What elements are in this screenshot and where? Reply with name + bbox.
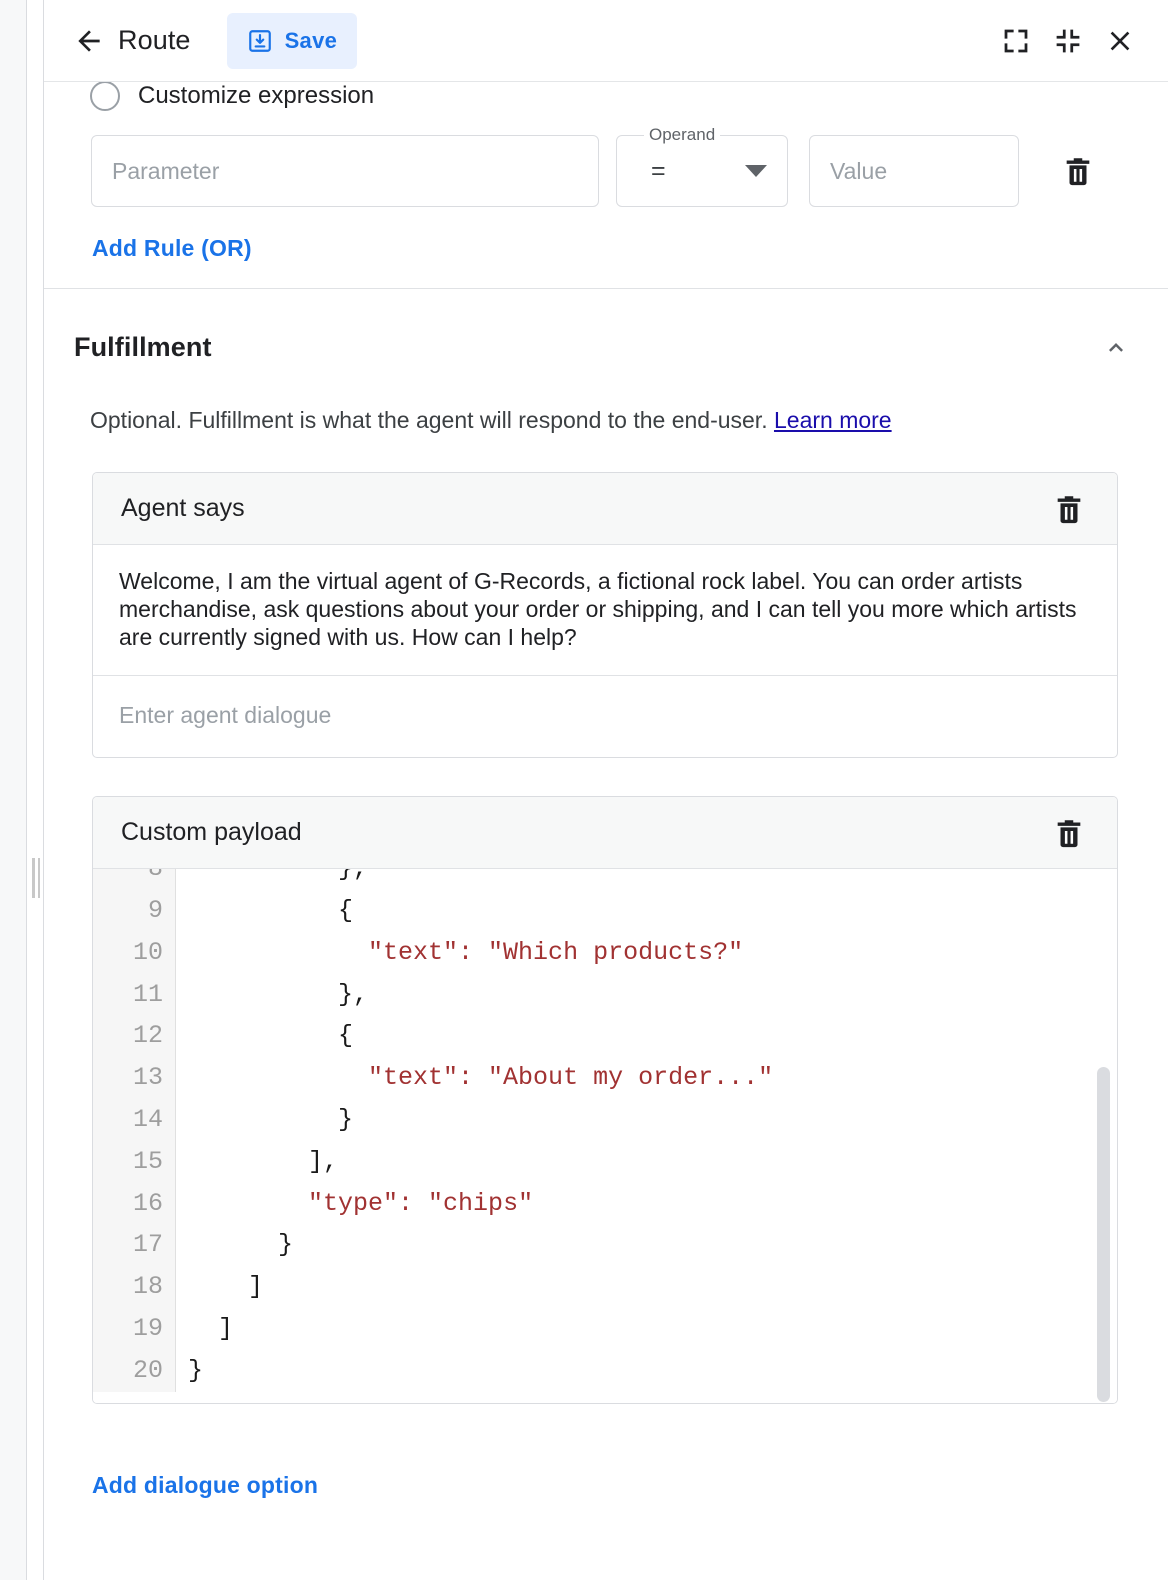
code-line: } <box>188 1350 1117 1392</box>
fulfillment-description: Optional. Fulfillment is what the agent … <box>44 369 1168 434</box>
delete-rule-button[interactable] <box>1052 145 1104 197</box>
code-line-number: 10 <box>93 932 163 974</box>
operand-value: = <box>651 159 666 184</box>
agent-says-message[interactable]: Welcome, I am the virtual agent of G-Rec… <box>119 567 1091 651</box>
chevron-up-icon <box>1102 333 1130 361</box>
code-content[interactable]: }, { "text": "Which products?" }, { "tex… <box>176 869 1117 1391</box>
save-icon <box>247 28 273 54</box>
code-line: } <box>188 1099 1117 1141</box>
custom-payload-editor[interactable]: 891011121314151617181920 }, { "text": "W… <box>93 869 1117 1403</box>
agent-says-body: Welcome, I am the virtual agent of G-Rec… <box>93 545 1117 675</box>
customize-expression-row[interactable]: Customize expression <box>44 78 1168 114</box>
custom-payload-card-header: Custom payload <box>93 797 1117 869</box>
code-line-number: 18 <box>93 1266 163 1308</box>
code-line: ], <box>188 1141 1117 1183</box>
code-line: "type": "chips" <box>188 1183 1117 1225</box>
trash-icon <box>1052 816 1086 850</box>
save-button-label: Save <box>285 28 338 54</box>
custom-payload-title: Custom payload <box>121 818 302 847</box>
expand-icon <box>1001 26 1031 56</box>
code-string: "text": "Which products?" <box>368 938 743 967</box>
back-button[interactable] <box>68 20 110 62</box>
custom-payload-card: Custom payload 891011121314151617181920 … <box>92 796 1118 1404</box>
delete-agent-says-button[interactable] <box>1043 483 1095 535</box>
fulfillment-collapse-button[interactable] <box>1094 325 1138 369</box>
code-inner: 891011121314151617181920 }, { "text": "W… <box>93 869 1117 1391</box>
code-gutter: 891011121314151617181920 <box>93 869 176 1391</box>
expand-button[interactable] <box>990 15 1042 67</box>
chevron-down-icon <box>745 165 767 177</box>
code-line-number: 11 <box>93 974 163 1016</box>
fulfillment-section: Fulfillment Optional. Fulfillment is wha… <box>44 289 1168 1499</box>
page-title: Route <box>118 25 191 56</box>
agent-dialogue-input[interactable]: Enter agent dialogue <box>93 675 1117 757</box>
code-line: } <box>188 1224 1117 1266</box>
left-background-rail <box>0 0 27 1580</box>
arrow-left-icon <box>73 25 105 57</box>
code-line-number: 13 <box>93 1057 163 1099</box>
code-line: { <box>188 1015 1117 1057</box>
add-dialogue-option-link[interactable]: Add dialogue option <box>92 1472 318 1498</box>
agent-says-title: Agent says <box>121 494 245 523</box>
route-panel: Route Save <box>44 0 1168 1580</box>
fulfillment-title: Fulfillment <box>74 332 212 363</box>
code-line: ] <box>188 1308 1117 1350</box>
code-line: "text": "Which products?" <box>188 932 1117 974</box>
code-line-number: 8 <box>93 869 163 890</box>
operand-select-wrapper: Operand = <box>616 135 788 207</box>
collapse-button[interactable] <box>1042 15 1094 67</box>
value-input[interactable]: Value <box>809 135 1019 207</box>
code-string: "text": "About my order..." <box>368 1063 773 1092</box>
add-dialogue-wrapper: Add dialogue option <box>44 1404 1168 1499</box>
code-line: }, <box>188 869 1117 890</box>
fulfillment-header: Fulfillment <box>44 289 1168 369</box>
code-line: "text": "About my order..." <box>188 1057 1117 1099</box>
route-panel-screen: Route Save <box>0 0 1168 1580</box>
code-line-number: 16 <box>93 1183 163 1225</box>
code-string: "type": "chips" <box>308 1189 533 1218</box>
delete-custom-payload-button[interactable] <box>1043 807 1095 859</box>
rule-section: Customize expression Parameter Operand =… <box>44 78 1168 289</box>
operand-select[interactable]: = <box>616 135 788 207</box>
rule-row: Parameter Operand = Value <box>44 114 1168 207</box>
customize-expression-label: Customize expression <box>138 82 374 110</box>
code-line: }, <box>188 974 1117 1016</box>
parameter-input[interactable]: Parameter <box>91 135 599 207</box>
operand-legend: Operand <box>644 125 720 145</box>
panel-header: Route Save <box>44 0 1168 82</box>
code-line-number: 20 <box>93 1350 163 1392</box>
fulfillment-description-text: Optional. Fulfillment is what the agent … <box>90 407 774 433</box>
collapse-icon <box>1053 26 1083 56</box>
code-line-number: 14 <box>93 1099 163 1141</box>
agent-says-card: Agent says Welcome, I am the virtual age… <box>92 472 1118 758</box>
customize-expression-radio[interactable] <box>90 81 120 111</box>
close-button[interactable] <box>1094 15 1146 67</box>
save-button[interactable]: Save <box>227 13 358 69</box>
code-line: { <box>188 890 1117 932</box>
code-line-number: 17 <box>93 1224 163 1266</box>
learn-more-link[interactable]: Learn more <box>774 407 892 433</box>
add-rule-wrapper: Add Rule (OR) <box>44 207 1168 262</box>
drag-handle-icon[interactable] <box>32 858 40 898</box>
add-rule-link[interactable]: Add Rule (OR) <box>92 235 252 261</box>
trash-icon <box>1052 492 1086 526</box>
code-line-number: 15 <box>93 1141 163 1183</box>
agent-says-card-header: Agent says <box>93 473 1117 545</box>
close-icon <box>1104 25 1136 57</box>
code-scrollbar[interactable] <box>1097 1067 1110 1402</box>
code-line: ] <box>188 1266 1117 1308</box>
trash-icon <box>1061 154 1095 188</box>
panel-resize-rail[interactable] <box>27 0 44 1580</box>
code-line-number: 19 <box>93 1308 163 1350</box>
code-line-number: 12 <box>93 1015 163 1057</box>
code-line-number: 9 <box>93 890 163 932</box>
